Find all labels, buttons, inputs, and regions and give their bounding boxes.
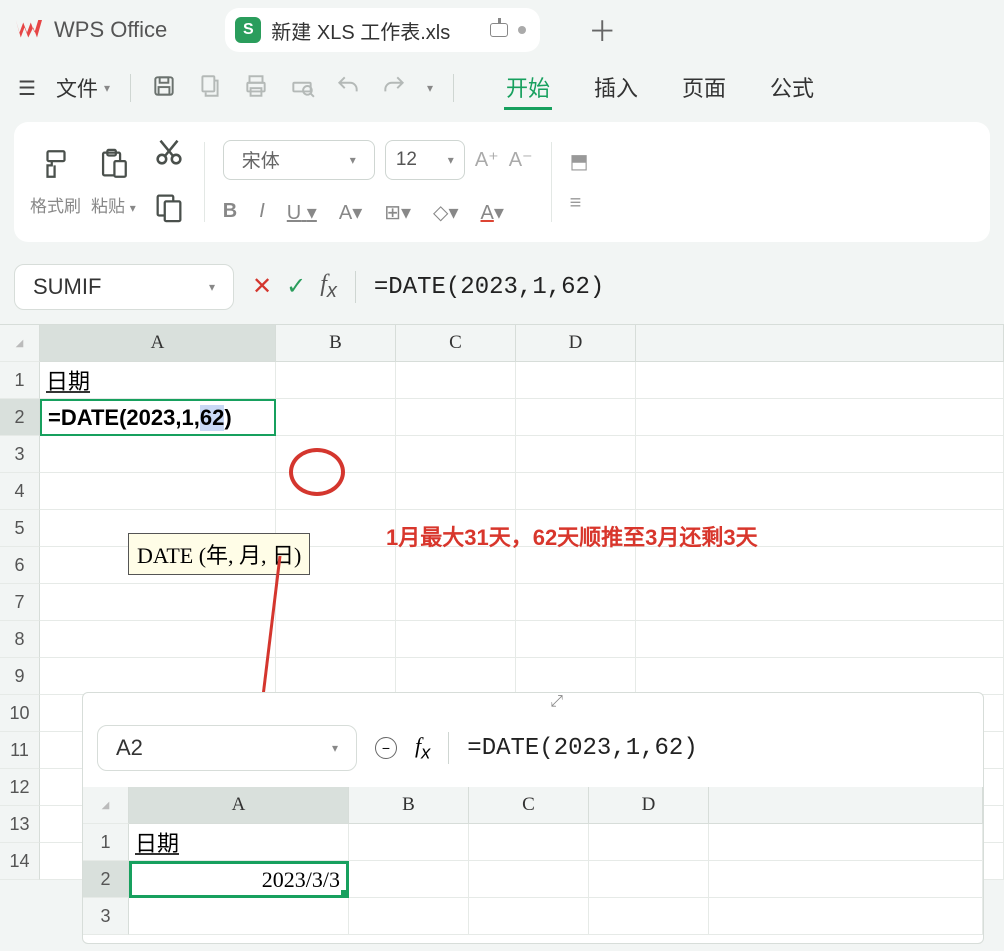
- toolbar-more[interactable]: ▾: [427, 81, 433, 95]
- highlight-button[interactable]: A▾: [339, 200, 362, 225]
- font-name-select[interactable]: 宋体▾: [223, 140, 375, 180]
- ribbon-tabs: 开始 插入 页面 公式: [504, 67, 816, 110]
- paste-group[interactable]: 粘贴 ▾: [91, 147, 136, 217]
- document-tab[interactable]: S 新建 XLS 工作表.xls: [225, 8, 540, 52]
- format-painter-group[interactable]: 格式刷: [30, 147, 81, 217]
- cancel-formula-icon[interactable]: ✕: [252, 272, 272, 301]
- cell-A2[interactable]: =DATE(2023,1,62): [40, 399, 276, 436]
- format-painter-icon: [39, 147, 73, 186]
- file-menu[interactable]: 文件▾: [56, 73, 110, 103]
- fill-color-button[interactable]: ◇▾: [433, 200, 458, 225]
- zoom-out-icon[interactable]: −: [375, 737, 397, 759]
- copy-icon[interactable]: [152, 190, 186, 229]
- col-header-B[interactable]: B: [276, 325, 396, 362]
- col-header-C[interactable]: C: [396, 325, 516, 362]
- function-tooltip: DATE (年, 月, 日): [128, 533, 310, 575]
- expand-icon[interactable]: ⤢: [550, 693, 563, 715]
- annotation-text: 1月最大31天，62天顺推至3月还剩3天: [386, 520, 758, 552]
- print-icon[interactable]: [243, 73, 269, 104]
- formula-bar-text[interactable]: =DATE(2023,1,62): [374, 274, 604, 301]
- result-cell-A1[interactable]: 日期: [129, 824, 349, 861]
- tab-formula[interactable]: 公式: [768, 67, 816, 110]
- document-tab-name: 新建 XLS 工作表.xls: [271, 16, 450, 45]
- window-icon[interactable]: [490, 23, 508, 37]
- hamburger-icon[interactable]: ☰: [18, 76, 36, 101]
- annotation-circle: [289, 448, 345, 496]
- align-left-icon[interactable]: ≡: [570, 192, 582, 215]
- export-icon[interactable]: [197, 73, 223, 104]
- underline-button[interactable]: U ▾: [287, 200, 317, 225]
- cell-A1[interactable]: 日期: [40, 362, 276, 399]
- spreadsheet-icon: S: [235, 17, 261, 43]
- save-icon[interactable]: [151, 73, 177, 104]
- undo-icon[interactable]: [335, 73, 361, 104]
- tab-start[interactable]: 开始: [504, 67, 552, 110]
- fx-icon[interactable]: fx: [320, 271, 337, 303]
- title-bar: WPS Office S 新建 XLS 工作表.xls ＋: [0, 0, 1004, 60]
- new-tab-button[interactable]: ＋: [588, 10, 616, 50]
- align-top-icon[interactable]: ⬒: [570, 149, 589, 174]
- paste-icon: [96, 147, 130, 186]
- result-name-box[interactable]: A2▾: [97, 725, 357, 771]
- font-color-button[interactable]: A▾: [480, 200, 503, 225]
- menu-bar: ☰ 文件▾ ▾ 开始 插入 页面 公式: [0, 60, 1004, 116]
- redo-icon[interactable]: [381, 73, 407, 104]
- col-header-A[interactable]: A: [40, 325, 276, 362]
- col-header-D[interactable]: D: [516, 325, 636, 362]
- tab-insert[interactable]: 插入: [592, 67, 640, 110]
- result-panel: ⤢ A2▾ − fx =DATE(2023,1,62) A B C D 1 日期…: [82, 692, 984, 944]
- italic-button[interactable]: I: [259, 200, 265, 225]
- select-all-corner[interactable]: [0, 325, 40, 362]
- font-size-select[interactable]: 12▾: [385, 140, 465, 180]
- confirm-formula-icon[interactable]: ✓: [286, 272, 306, 301]
- border-button[interactable]: ⊞▾: [384, 200, 411, 225]
- font-increase-icon[interactable]: A⁺: [475, 147, 499, 172]
- name-box[interactable]: SUMIF▾: [14, 264, 234, 310]
- ribbon: 格式刷 粘贴 ▾ 宋体▾ 12▾ A⁺ A⁻ B I U ▾ A▾ ⊞▾ ◇▾ …: [14, 122, 990, 242]
- wps-logo-icon: [12, 15, 42, 45]
- app-name: WPS Office: [54, 17, 167, 43]
- tab-page[interactable]: 页面: [680, 67, 728, 110]
- result-formula-text[interactable]: =DATE(2023,1,62): [467, 735, 697, 762]
- row-header[interactable]: 1: [0, 362, 40, 399]
- result-cell-A2[interactable]: 2023/3/3: [129, 861, 349, 898]
- fx-icon[interactable]: fx: [415, 733, 430, 763]
- cut-icon[interactable]: [152, 135, 186, 174]
- print-preview-icon[interactable]: [289, 73, 315, 104]
- bold-button[interactable]: B: [223, 200, 237, 225]
- tab-status-dot: [518, 26, 526, 34]
- font-decrease-icon[interactable]: A⁻: [509, 147, 533, 172]
- formula-bar-area: SUMIF▾ ✕ ✓ fx =DATE(2023,1,62): [14, 264, 990, 310]
- row-header[interactable]: 2: [0, 399, 40, 436]
